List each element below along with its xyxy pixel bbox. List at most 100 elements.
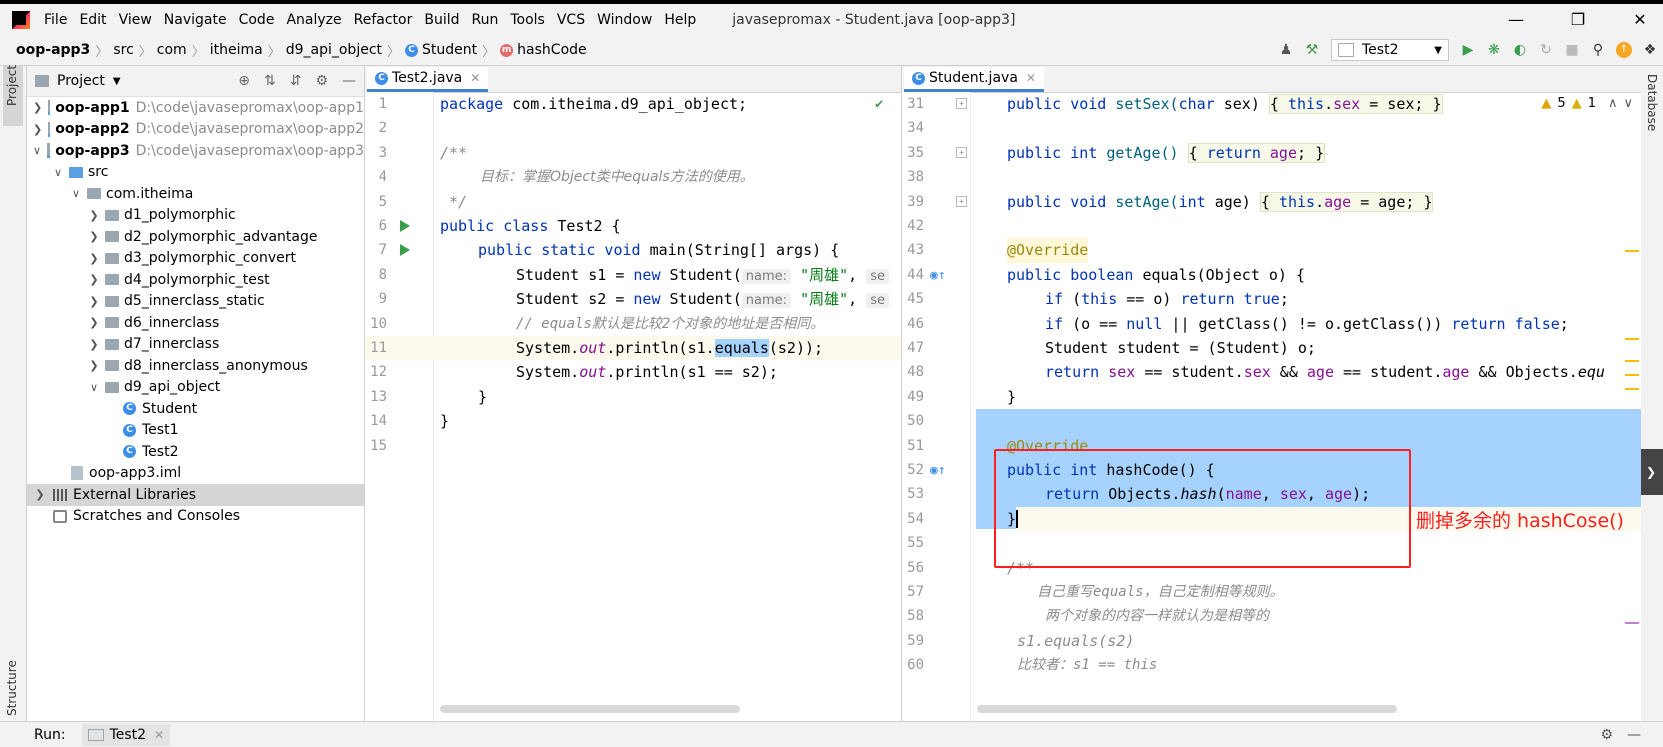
tree-item-package[interactable]: ❯ d1_polymorphic — [27, 205, 364, 227]
menu-edit[interactable]: Edit — [73, 12, 112, 28]
project-stripe-label[interactable]: Project — [5, 65, 19, 106]
chevron-right-icon[interactable]: ❯ — [33, 488, 47, 501]
folded-block[interactable]: { this.age = age; } — [1259, 191, 1434, 212]
tree-item-class[interactable]: C Test1 — [27, 420, 364, 442]
inspection-widget[interactable]: ▲ 5 ▲ 1 ∧ ∨ — [1541, 96, 1633, 111]
expand-all-icon[interactable]: ⇅ — [264, 73, 276, 89]
code-area[interactable]: 1 package com.itheima.d9_api_object; ✔ 2 3… — [365, 92, 901, 721]
breadcrumb-item[interactable]: com — [157, 42, 187, 58]
warning-marker[interactable] — [1625, 360, 1639, 362]
close-tab-icon[interactable]: ✕ — [1026, 71, 1036, 85]
chevron-down-icon[interactable]: ∨ — [51, 166, 65, 179]
menu-code[interactable]: Code — [233, 12, 281, 28]
minimize-icon[interactable]: — — [1493, 4, 1539, 35]
tree-item-iml[interactable]: oop-app3.iml — [27, 463, 364, 485]
update-icon[interactable]: ↑ — [1611, 37, 1637, 63]
chevron-down-icon[interactable]: ∨ — [69, 187, 83, 200]
chevron-right-icon[interactable]: ❯ — [87, 252, 101, 265]
override-gutter-icon[interactable]: ◉↑ — [930, 264, 946, 288]
tree-item-package[interactable]: ❯ d7_innerclass — [27, 334, 364, 356]
tab-student-java[interactable]: C Student.java ✕ — [904, 67, 1044, 92]
profile-icon[interactable]: ↻ — [1533, 37, 1559, 63]
chevron-down-icon[interactable]: ∨ — [33, 144, 41, 157]
breadcrumb-item[interactable]: hashCode — [517, 42, 586, 58]
menu-window[interactable]: Window — [591, 12, 658, 28]
gear-icon[interactable]: ⚙ — [1600, 727, 1613, 743]
tree-item-class[interactable]: C Student — [27, 398, 364, 420]
menu-analyze[interactable]: Analyze — [280, 12, 347, 28]
chevron-right-icon[interactable]: ❯ — [87, 230, 101, 243]
run-gutter-icon[interactable] — [400, 244, 410, 257]
gear-icon[interactable]: ⚙ — [315, 73, 328, 89]
breadcrumb-item[interactable]: itheima — [210, 42, 263, 58]
menu-vcs[interactable]: VCS — [551, 12, 591, 28]
breadcrumb-item[interactable]: Student — [422, 42, 477, 58]
close-tab-icon[interactable]: ✕ — [470, 71, 480, 85]
tree-item-package[interactable]: ❯ d3_polymorphic_convert — [27, 248, 364, 270]
user-icon[interactable]: ♟ — [1273, 37, 1299, 63]
menu-navigate[interactable]: Navigate — [158, 12, 233, 28]
fold-icon[interactable]: + — [956, 195, 967, 207]
chevron-right-icon[interactable]: ❯ — [87, 359, 101, 372]
tree-item-class[interactable]: C Test2 — [27, 441, 364, 463]
chevron-down-icon[interactable]: ▼ — [113, 76, 121, 87]
chevron-right-icon[interactable]: ❯ — [87, 295, 101, 308]
menu-tools[interactable]: Tools — [504, 12, 551, 28]
hide-icon[interactable]: — — [1627, 727, 1641, 743]
locate-icon[interactable]: ⊕ — [238, 73, 250, 89]
debug-icon[interactable]: ❋ — [1481, 37, 1507, 63]
warning-marker[interactable] — [1625, 338, 1639, 340]
close-window-icon[interactable]: ✕ — [1617, 4, 1663, 35]
tab-test2-java[interactable]: C Test2.java ✕ — [367, 67, 489, 92]
run-tab-test2[interactable]: Test2 ✕ — [81, 723, 171, 746]
search-icon[interactable]: ⚲ — [1585, 37, 1611, 63]
close-tab-icon[interactable]: ✕ — [154, 728, 164, 742]
ide-logo-icon[interactable]: ❖ — [1637, 37, 1663, 63]
warning-marker[interactable] — [1625, 250, 1639, 252]
coverage-icon[interactable]: ◐ — [1507, 37, 1533, 63]
warning-marker[interactable] — [1625, 388, 1639, 390]
menu-help[interactable]: Help — [658, 12, 702, 28]
chevron-right-icon[interactable]: ❯ — [87, 338, 101, 351]
run-config-select[interactable]: Test2 ▼ — [1331, 39, 1449, 61]
structure-stripe-label[interactable]: Structure — [5, 660, 19, 716]
folded-block[interactable]: { return age; } — [1187, 142, 1326, 163]
tree-item-package[interactable]: ∨ com.itheima — [27, 183, 364, 205]
run-icon[interactable]: ▶ — [1455, 37, 1481, 63]
chevron-right-icon[interactable]: ❯ — [87, 209, 101, 222]
menu-view[interactable]: View — [113, 12, 158, 28]
expand-panel-button[interactable]: ❯ — [1639, 449, 1663, 495]
build-hammer-icon[interactable]: ⚒ — [1299, 37, 1325, 63]
breadcrumb-item[interactable]: d9_api_object — [286, 42, 382, 58]
breadcrumb-item[interactable]: oop-app3 — [16, 42, 90, 58]
hide-icon[interactable]: — — [342, 73, 356, 89]
code-area[interactable]: ▲ 5 ▲ 1 ∧ ∨ 31 + public void setSex(char sex… — [902, 92, 1641, 721]
collapse-all-icon[interactable]: ⇵ — [290, 73, 302, 89]
chevron-up-icon[interactable]: ∧ — [1608, 96, 1618, 111]
tree-item-oop-app1[interactable]: ❯ oop-app1 D:\code\javasepromax\oop-app1 — [27, 97, 364, 119]
chevron-down-icon[interactable]: ∨ — [87, 381, 101, 394]
chevron-right-icon[interactable]: ❯ — [87, 273, 101, 286]
restore-icon[interactable]: ❐ — [1555, 4, 1601, 35]
menu-file[interactable]: File — [38, 12, 73, 28]
chevron-right-icon[interactable]: ❯ — [33, 101, 42, 114]
tree-item-src[interactable]: ∨ src — [27, 162, 364, 184]
run-gutter-icon[interactable] — [400, 220, 410, 232]
breadcrumb-item[interactable]: src — [113, 42, 133, 58]
tree-item-scratches[interactable]: Scratches and Consoles — [27, 506, 364, 528]
tree-item-package[interactable]: ❯ d6_innerclass — [27, 312, 364, 334]
chevron-down-icon[interactable]: ∨ — [1623, 96, 1633, 111]
tree-item-oop-app3[interactable]: ∨ oop-app3 D:\code\javasepromax\oop-app3 — [27, 140, 364, 162]
menu-build[interactable]: Build — [418, 12, 465, 28]
horizontal-scrollbar[interactable] — [440, 705, 740, 713]
tree-item-package[interactable]: ❯ d2_polymorphic_advantage — [27, 226, 364, 248]
info-marker[interactable] — [1625, 622, 1639, 624]
override-gutter-icon[interactable]: ◉↑ — [930, 459, 946, 483]
tree-item-package[interactable]: ❯ d5_innerclass_static — [27, 291, 364, 313]
chevron-right-icon[interactable]: ❯ — [87, 316, 101, 329]
menu-run[interactable]: Run — [466, 12, 505, 28]
fold-icon[interactable]: + — [956, 98, 967, 109]
chevron-right-icon[interactable]: ❯ — [33, 123, 42, 136]
tree-item-package[interactable]: ∨ d9_api_object — [27, 377, 364, 399]
database-stripe-label[interactable]: Database — [1645, 74, 1659, 131]
